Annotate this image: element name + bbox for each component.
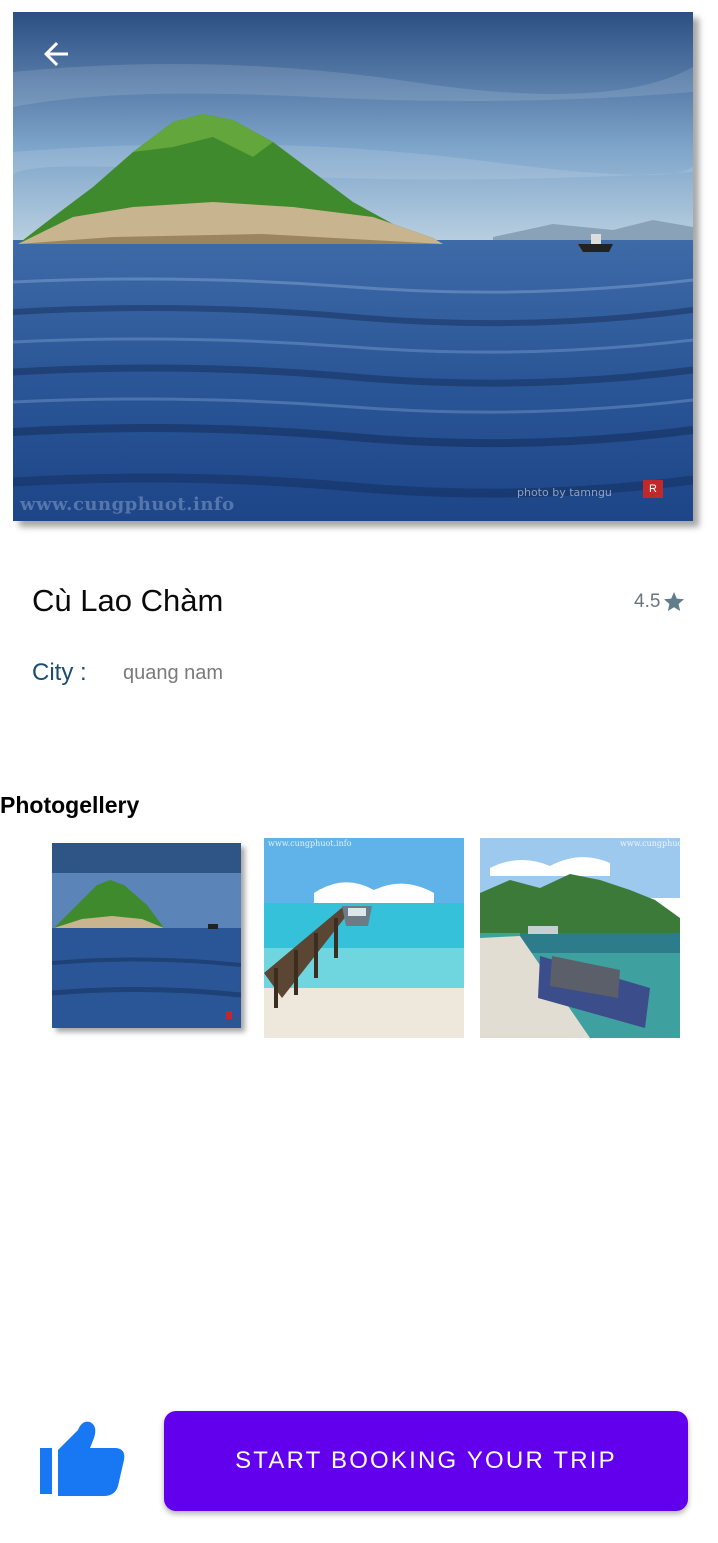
hero-image — [13, 12, 693, 521]
place-name: Cù Lao Chàm — [32, 583, 224, 618]
arrow-back-icon — [44, 42, 68, 66]
like-button[interactable] — [38, 1418, 126, 1498]
city-value: quang nam — [123, 662, 224, 684]
photo-credit: photo by tamngu — [517, 486, 612, 499]
gallery-photo-1[interactable] — [52, 843, 241, 1028]
hero-watermark: www.cungphuot.info — [20, 494, 235, 515]
star-icon — [664, 592, 685, 611]
city-label: City : — [32, 659, 87, 686]
gallery-photo-2[interactable]: www.cungphuot.info — [264, 838, 464, 1038]
photographer-stamp: R — [643, 480, 663, 498]
gallery-photo-3[interactable]: www.cungphuot.info — [480, 838, 680, 1038]
thumb-up-icon — [40, 1421, 125, 1496]
back-button[interactable] — [30, 32, 82, 76]
gallery-title: Photogellery — [0, 792, 140, 818]
rating-value: 4.5 — [634, 591, 661, 612]
rating: 4.5 — [634, 590, 686, 614]
thumb-watermark: www.cungphuot.info — [620, 839, 680, 848]
thumb-watermark: www.cungphuot.info — [268, 839, 352, 848]
start-booking-button[interactable]: START BOOKING YOUR TRIP — [164, 1411, 688, 1511]
